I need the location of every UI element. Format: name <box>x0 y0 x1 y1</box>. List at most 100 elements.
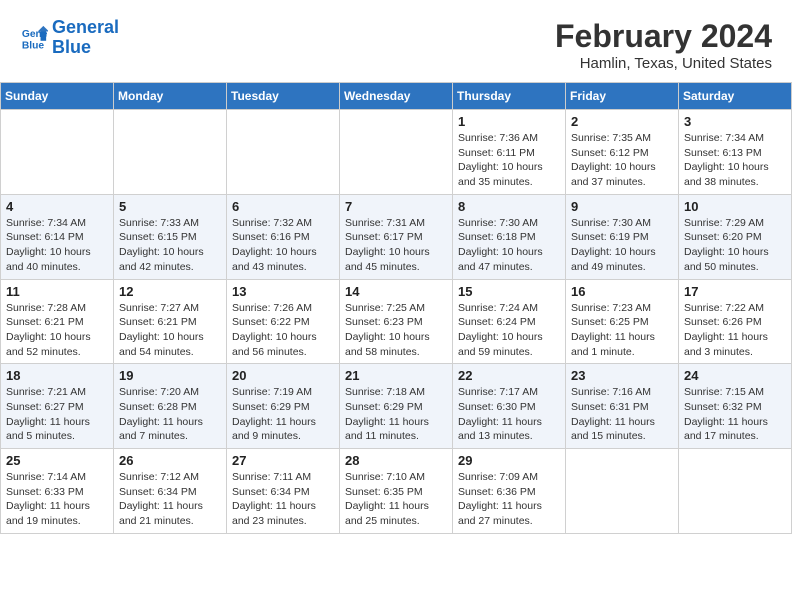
calendar-cell: 7 Sunrise: 7:31 AM Sunset: 6:17 PM Daylig… <box>340 194 453 279</box>
calendar-cell <box>1 110 114 195</box>
day-info: Sunrise: 7:34 AM Sunset: 6:13 PM Dayligh… <box>684 131 786 190</box>
calendar-body: 1 Sunrise: 7:36 AM Sunset: 6:11 PM Daylig… <box>1 110 792 534</box>
day-number: 11 <box>6 284 108 299</box>
calendar-cell: 4 Sunrise: 7:34 AM Sunset: 6:14 PM Daylig… <box>1 194 114 279</box>
day-number: 24 <box>684 368 786 383</box>
weekday-header-saturday: Saturday <box>679 83 792 110</box>
day-info: Sunrise: 7:33 AM Sunset: 6:15 PM Dayligh… <box>119 216 221 275</box>
day-number: 12 <box>119 284 221 299</box>
day-info: Sunrise: 7:22 AM Sunset: 6:26 PM Dayligh… <box>684 301 786 360</box>
calendar-cell: 10 Sunrise: 7:29 AM Sunset: 6:20 PM Dayli… <box>679 194 792 279</box>
day-info: Sunrise: 7:36 AM Sunset: 6:11 PM Dayligh… <box>458 131 560 190</box>
svg-text:Blue: Blue <box>22 40 45 51</box>
calendar-cell <box>340 110 453 195</box>
day-info: Sunrise: 7:30 AM Sunset: 6:18 PM Dayligh… <box>458 216 560 275</box>
calendar-cell: 2Sunrise: 7:35 AM Sunset: 6:12 PM Daylig… <box>566 110 679 195</box>
calendar-cell: 17 Sunrise: 7:22 AM Sunset: 6:26 PM Dayli… <box>679 279 792 364</box>
day-number: 7 <box>345 199 447 214</box>
logo: General Blue GeneralBlue <box>20 18 119 58</box>
weekday-header-monday: Monday <box>114 83 227 110</box>
calendar-week-2: 4 Sunrise: 7:34 AM Sunset: 6:14 PM Daylig… <box>1 194 792 279</box>
calendar-cell: 23Sunrise: 7:16 AM Sunset: 6:31 PM Dayli… <box>566 364 679 449</box>
weekday-header-friday: Friday <box>566 83 679 110</box>
calendar-cell: 3 Sunrise: 7:34 AM Sunset: 6:13 PM Daylig… <box>679 110 792 195</box>
day-number: 10 <box>684 199 786 214</box>
day-number: 4 <box>6 199 108 214</box>
calendar-cell: 24Sunrise: 7:15 AM Sunset: 6:32 PM Dayli… <box>679 364 792 449</box>
calendar-cell: 25 Sunrise: 7:14 AM Sunset: 6:33 PM Dayli… <box>1 449 114 534</box>
day-info: Sunrise: 7:27 AM Sunset: 6:21 PM Dayligh… <box>119 301 221 360</box>
calendar-cell: 8 Sunrise: 7:30 AM Sunset: 6:18 PM Daylig… <box>453 194 566 279</box>
day-number: 13 <box>232 284 334 299</box>
calendar-cell <box>114 110 227 195</box>
calendar-cell: 14 Sunrise: 7:25 AM Sunset: 6:23 PM Dayli… <box>340 279 453 364</box>
calendar-table: SundayMondayTuesdayWednesdayThursdayFrid… <box>0 82 792 534</box>
weekday-header-thursday: Thursday <box>453 83 566 110</box>
day-info: Sunrise: 7:29 AM Sunset: 6:20 PM Dayligh… <box>684 216 786 275</box>
weekday-header-sunday: Sunday <box>1 83 114 110</box>
day-number: 3 <box>684 114 786 129</box>
calendar-cell: 1 Sunrise: 7:36 AM Sunset: 6:11 PM Daylig… <box>453 110 566 195</box>
day-info: Sunrise: 7:25 AM Sunset: 6:23 PM Dayligh… <box>345 301 447 360</box>
calendar-cell: 26 Sunrise: 7:12 AM Sunset: 6:34 PM Dayli… <box>114 449 227 534</box>
calendar-cell: 22 Sunrise: 7:17 AM Sunset: 6:30 PM Dayli… <box>453 364 566 449</box>
logo-text: GeneralBlue <box>52 18 119 58</box>
day-number: 17 <box>684 284 786 299</box>
day-info: Sunrise: 7:31 AM Sunset: 6:17 PM Dayligh… <box>345 216 447 275</box>
day-number: 15 <box>458 284 560 299</box>
day-number: 14 <box>345 284 447 299</box>
calendar-cell <box>679 449 792 534</box>
page-header: General Blue GeneralBlue February 2024 H… <box>0 0 792 82</box>
calendar-cell: 27 Sunrise: 7:11 AM Sunset: 6:34 PM Dayli… <box>227 449 340 534</box>
calendar-week-1: 1 Sunrise: 7:36 AM Sunset: 6:11 PM Daylig… <box>1 110 792 195</box>
subtitle: Hamlin, Texas, United States <box>555 55 772 72</box>
day-info: Sunrise: 7:28 AM Sunset: 6:21 PM Dayligh… <box>6 301 108 360</box>
day-number: 29 <box>458 453 560 468</box>
main-title: February 2024 <box>555 18 772 55</box>
day-number: 22 <box>458 368 560 383</box>
calendar-cell <box>566 449 679 534</box>
calendar-cell: 29 Sunrise: 7:09 AM Sunset: 6:36 PM Dayli… <box>453 449 566 534</box>
day-number: 19 <box>119 368 221 383</box>
day-info: Sunrise: 7:09 AM Sunset: 6:36 PM Dayligh… <box>458 470 560 529</box>
day-number: 1 <box>458 114 560 129</box>
calendar-cell: 5 Sunrise: 7:33 AM Sunset: 6:15 PM Daylig… <box>114 194 227 279</box>
day-info: Sunrise: 7:14 AM Sunset: 6:33 PM Dayligh… <box>6 470 108 529</box>
day-info: Sunrise: 7:35 AM Sunset: 6:12 PM Dayligh… <box>571 131 673 190</box>
weekday-header-tuesday: Tuesday <box>227 83 340 110</box>
day-number: 27 <box>232 453 334 468</box>
day-info: Sunrise: 7:26 AM Sunset: 6:22 PM Dayligh… <box>232 301 334 360</box>
day-info: Sunrise: 7:34 AM Sunset: 6:14 PM Dayligh… <box>6 216 108 275</box>
calendar-cell: 16 Sunrise: 7:23 AM Sunset: 6:25 PM Dayli… <box>566 279 679 364</box>
day-number: 25 <box>6 453 108 468</box>
calendar-cell: 12 Sunrise: 7:27 AM Sunset: 6:21 PM Dayli… <box>114 279 227 364</box>
calendar-cell: 15 Sunrise: 7:24 AM Sunset: 6:24 PM Dayli… <box>453 279 566 364</box>
day-number: 21 <box>345 368 447 383</box>
day-number: 16 <box>571 284 673 299</box>
calendar-cell: 11 Sunrise: 7:28 AM Sunset: 6:21 PM Dayli… <box>1 279 114 364</box>
calendar-cell: 9Sunrise: 7:30 AM Sunset: 6:19 PM Daylig… <box>566 194 679 279</box>
day-info: Sunrise: 7:24 AM Sunset: 6:24 PM Dayligh… <box>458 301 560 360</box>
weekday-header-wednesday: Wednesday <box>340 83 453 110</box>
day-number: 5 <box>119 199 221 214</box>
calendar-cell: 20Sunrise: 7:19 AM Sunset: 6:29 PM Dayli… <box>227 364 340 449</box>
day-info: Sunrise: 7:21 AM Sunset: 6:27 PM Dayligh… <box>6 385 108 444</box>
day-number: 23 <box>571 368 673 383</box>
logo-icon: General Blue <box>20 24 48 52</box>
day-info: Sunrise: 7:20 AM Sunset: 6:28 PM Dayligh… <box>119 385 221 444</box>
day-info: Sunrise: 7:11 AM Sunset: 6:34 PM Dayligh… <box>232 470 334 529</box>
day-number: 26 <box>119 453 221 468</box>
calendar-week-3: 11 Sunrise: 7:28 AM Sunset: 6:21 PM Dayli… <box>1 279 792 364</box>
day-info: Sunrise: 7:32 AM Sunset: 6:16 PM Dayligh… <box>232 216 334 275</box>
day-info: Sunrise: 7:18 AM Sunset: 6:29 PM Dayligh… <box>345 385 447 444</box>
day-info: Sunrise: 7:17 AM Sunset: 6:30 PM Dayligh… <box>458 385 560 444</box>
day-info: Sunrise: 7:23 AM Sunset: 6:25 PM Dayligh… <box>571 301 673 360</box>
calendar-cell: 18Sunrise: 7:21 AM Sunset: 6:27 PM Dayli… <box>1 364 114 449</box>
day-number: 6 <box>232 199 334 214</box>
calendar-cell: 19 Sunrise: 7:20 AM Sunset: 6:28 PM Dayli… <box>114 364 227 449</box>
day-number: 8 <box>458 199 560 214</box>
calendar-cell: 21 Sunrise: 7:18 AM Sunset: 6:29 PM Dayli… <box>340 364 453 449</box>
title-block: February 2024 Hamlin, Texas, United Stat… <box>555 18 772 72</box>
day-info: Sunrise: 7:12 AM Sunset: 6:34 PM Dayligh… <box>119 470 221 529</box>
calendar-cell <box>227 110 340 195</box>
